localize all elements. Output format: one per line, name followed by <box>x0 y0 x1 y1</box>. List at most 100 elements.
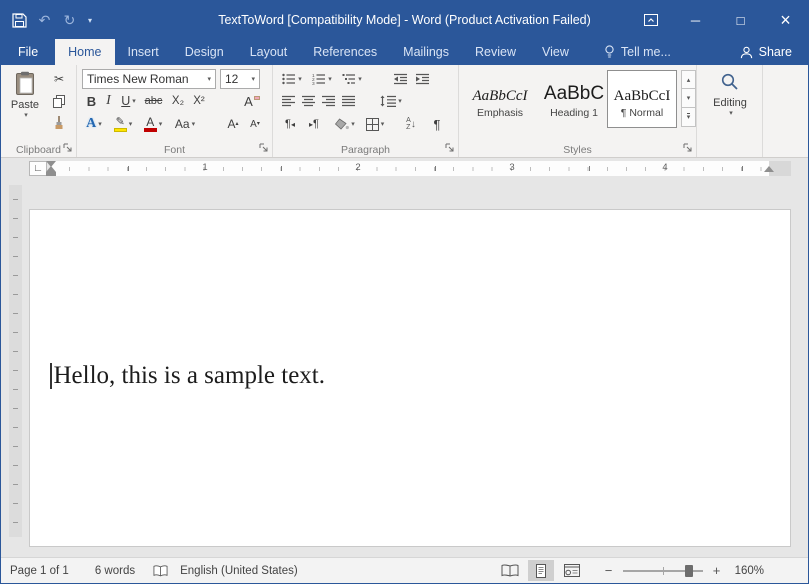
styles-dialog-launcher[interactable] <box>683 143 693 153</box>
justify-button[interactable] <box>339 91 358 111</box>
borders-grid-icon <box>366 118 379 131</box>
clipboard-dialog-launcher[interactable] <box>63 143 73 153</box>
read-mode-button[interactable] <box>497 560 523 581</box>
font-size-combo[interactable]: 12 ▾ <box>220 69 260 89</box>
bold-button[interactable]: B <box>83 91 100 111</box>
shading-bucket-icon <box>335 118 349 131</box>
document-paragraph[interactable]: Hello, this is a sample text. <box>50 362 325 390</box>
shading-button[interactable]: ▾ <box>331 113 359 135</box>
style-emphasis[interactable]: AaBbCcI Emphasis <box>465 70 535 128</box>
underline-button[interactable]: U▾ <box>117 91 140 111</box>
proofing-button[interactable] <box>153 565 168 577</box>
clear-formatting-button[interactable]: A <box>239 91 265 111</box>
cut-button[interactable]: ✂ <box>47 69 71 89</box>
change-case-button[interactable]: Aa▾ <box>171 113 199 135</box>
maximize-button[interactable]: □ <box>718 1 763 39</box>
close-button[interactable]: × <box>763 1 808 39</box>
styles-scroll-up-button[interactable]: ▴ <box>681 70 696 89</box>
decrease-indent-button[interactable] <box>391 69 411 89</box>
horizontal-ruler[interactable]: 1 2 3 4 <box>51 161 791 176</box>
tab-home[interactable]: Home <box>55 39 114 65</box>
grow-font-button[interactable]: A▴ <box>223 113 243 135</box>
align-left-button[interactable] <box>279 91 298 111</box>
tab-insert[interactable]: Insert <box>115 39 172 65</box>
increase-indent-button[interactable] <box>413 69 433 89</box>
style-heading1[interactable]: AaBbC Heading 1 <box>539 70 609 128</box>
font-family-combo[interactable]: Times New Roman ▾ <box>82 69 216 89</box>
tab-view[interactable]: View <box>529 39 582 65</box>
copy-button[interactable] <box>47 91 71 111</box>
zoom-out-button[interactable]: − <box>601 563 617 578</box>
page-count-status[interactable]: Page 1 of 1 <box>10 565 69 577</box>
styles-more-button[interactable]: ▾ <box>681 108 696 127</box>
document-page[interactable]: Hello, this is a sample text. <box>29 209 791 547</box>
tab-mailings[interactable]: Mailings <box>390 39 462 65</box>
print-layout-button[interactable] <box>528 560 554 581</box>
tell-me-box[interactable]: Tell me... <box>594 39 681 65</box>
web-layout-button[interactable] <box>559 560 585 581</box>
zoom-slider-thumb[interactable] <box>685 565 693 577</box>
tab-references[interactable]: References <box>300 39 390 65</box>
format-painter-button[interactable] <box>47 113 71 133</box>
language-status[interactable]: English (United States) <box>180 565 298 577</box>
ltr-direction-button[interactable]: ¶◂ <box>279 113 301 135</box>
scroll-up-icon: ▴ <box>687 76 691 84</box>
rtl-direction-button[interactable]: ▸¶ <box>303 113 325 135</box>
share-button[interactable]: Share <box>724 39 808 65</box>
align-right-button[interactable] <box>319 91 338 111</box>
numbering-button[interactable]: 123 ▾ <box>309 69 335 89</box>
zoom-in-button[interactable]: + <box>709 563 725 578</box>
zoom-slider[interactable] <box>623 570 703 572</box>
zoom-level[interactable]: 160% <box>735 565 764 577</box>
document-text: Hello, this is a sample text. <box>54 362 325 390</box>
minimize-button[interactable]: ─ <box>673 1 718 39</box>
show-hide-pilcrow-button[interactable]: ¶ <box>427 113 447 135</box>
styles-scroll-down-button[interactable]: ▾ <box>681 89 696 108</box>
tab-design[interactable]: Design <box>172 39 237 65</box>
rtl-icon: ¶ <box>313 118 319 130</box>
paragraph-dialog-launcher[interactable] <box>445 143 455 153</box>
font-group-label: Font <box>77 144 272 156</box>
subscript-button[interactable]: X₂ <box>168 91 188 111</box>
justify-icon <box>342 95 355 107</box>
text-effects-button[interactable]: A▾ <box>82 113 106 135</box>
clipboard-group: Paste ▾ ✂ Clipboard <box>1 65 77 157</box>
change-case-dropdown-icon: ▾ <box>192 120 196 128</box>
status-bar-right: − + 160% <box>492 558 764 583</box>
line-spacing-button[interactable]: ▾ <box>377 91 405 111</box>
sort-button[interactable]: AZ ↓ <box>399 113 423 135</box>
ribbon-tab-bar: File Home Insert Design Layout Reference… <box>1 39 808 65</box>
font-dialog-launcher[interactable] <box>259 143 269 153</box>
font-family-dropdown-icon: ▾ <box>207 75 211 83</box>
editing-button[interactable]: Editing ▾ <box>705 71 755 135</box>
style-normal[interactable]: AaBbCcI ¶ Normal <box>607 70 677 128</box>
paragraph-group-label: Paragraph <box>273 144 458 156</box>
ribbon-display-options-button[interactable] <box>628 1 673 39</box>
word-count-status[interactable]: 6 words <box>95 565 135 577</box>
editing-dropdown-icon: ▾ <box>729 109 733 117</box>
strikethrough-button[interactable]: abc <box>141 91 166 111</box>
status-bar: Page 1 of 1 6 words English (United Stat… <box>1 557 808 583</box>
font-color-button[interactable]: A ▾ <box>139 113 167 135</box>
paste-button[interactable]: Paste ▾ <box>5 69 45 137</box>
style-heading1-name: Heading 1 <box>540 107 608 119</box>
vertical-ruler[interactable] <box>9 185 22 537</box>
tab-layout[interactable]: Layout <box>237 39 301 65</box>
italic-button[interactable]: I <box>101 91 116 111</box>
tab-stop-icon: ∟ <box>33 163 43 174</box>
grow-font-arrow-icon: ▴ <box>236 121 239 127</box>
borders-button[interactable]: ▾ <box>361 113 389 135</box>
superscript-button[interactable]: X² <box>189 91 209 111</box>
right-indent-marker[interactable] <box>764 166 774 172</box>
tab-file[interactable]: File <box>1 39 55 65</box>
multilevel-list-button[interactable]: ▾ <box>339 69 365 89</box>
align-center-button[interactable] <box>299 91 318 111</box>
shrink-font-button[interactable]: A▾ <box>245 113 265 135</box>
copy-icon <box>53 95 65 108</box>
text-cursor <box>50 363 52 389</box>
tab-review[interactable]: Review <box>462 39 529 65</box>
left-indent-marker[interactable] <box>46 172 56 176</box>
bullets-button[interactable]: ▾ <box>279 69 305 89</box>
highlight-button[interactable]: ✎ ▾ <box>110 113 136 135</box>
tab-stop-selector[interactable]: ∟ <box>29 161 47 176</box>
